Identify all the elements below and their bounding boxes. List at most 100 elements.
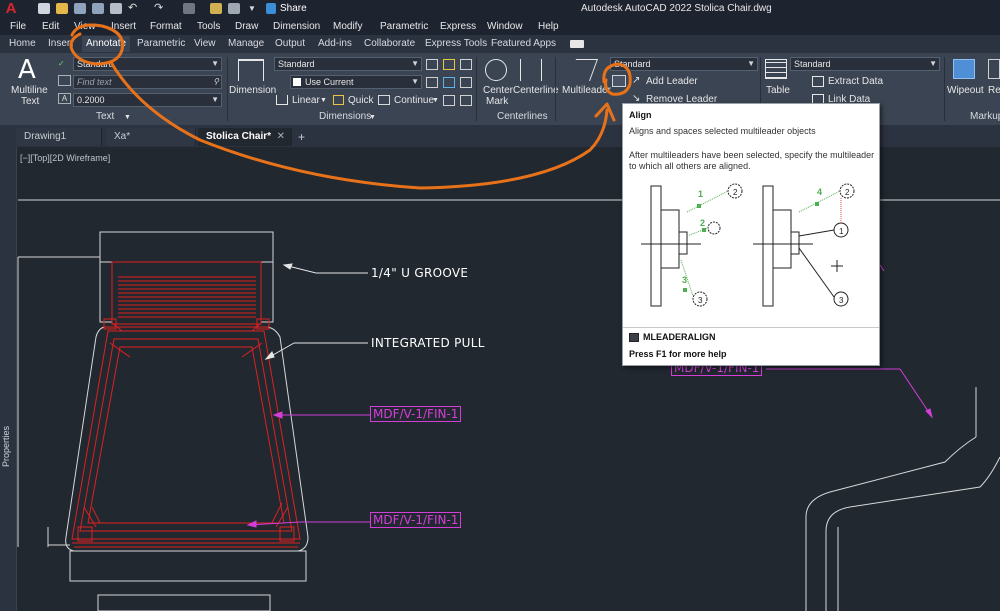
undo-icon[interactable]: ↶ (128, 3, 142, 14)
dimension-layer-select[interactable]: Use Current ▼ (290, 75, 422, 89)
search-icon[interactable]: ⚲ (213, 76, 219, 88)
markup-extra-icon[interactable] (988, 59, 1000, 79)
menu-file[interactable]: File (10, 20, 26, 33)
dim-tool-icon-2[interactable] (443, 59, 455, 70)
dim-tool-icon-5[interactable] (443, 77, 455, 88)
menu-help[interactable]: Help (538, 20, 559, 33)
markup-panel-title[interactable]: Markup (970, 111, 1000, 123)
continue-dimension-button[interactable]: Continue (394, 95, 434, 106)
markup-extra-label[interactable]: Re (988, 85, 1000, 96)
table-label[interactable]: Table (766, 85, 790, 96)
dropdown-icon[interactable]: ▼ (248, 3, 256, 14)
dimensions-panel-expand-icon[interactable]: ▼ (369, 112, 376, 123)
center-mark-icon[interactable] (485, 59, 507, 81)
share-button[interactable]: Share (280, 2, 307, 16)
save-as-icon[interactable] (92, 3, 104, 14)
material-tag-1[interactable]: MDF/V-1/FIN-1 (370, 406, 462, 422)
dim-tool-icon-3[interactable] (460, 59, 472, 70)
centerline-icon[interactable] (520, 59, 542, 81)
multiline-text-label-1[interactable]: Multiline (11, 85, 48, 96)
layer-icon[interactable] (210, 3, 222, 14)
quick-dimension-icon[interactable] (333, 95, 344, 105)
properties-label[interactable]: Properties (1, 426, 11, 467)
menu-tools[interactable]: Tools (197, 20, 220, 33)
plot-icon[interactable] (228, 3, 240, 14)
integrated-pull-annotation[interactable]: INTEGRATED PULL (371, 336, 485, 350)
file-tab-drawing1[interactable]: Drawing1 (16, 128, 102, 146)
material-tag-2[interactable]: MDF/V-1/FIN-1 (370, 512, 462, 528)
file-tab-xa[interactable]: Xa* (106, 128, 196, 146)
dim-tool-icon-6[interactable] (460, 77, 472, 88)
workspace-icon[interactable] (183, 3, 195, 14)
multiline-text-label-2[interactable]: Text (21, 96, 39, 107)
centerlines-panel-title[interactable]: Centerlines (497, 111, 548, 123)
tab-featured-apps[interactable]: Featured Apps (491, 38, 556, 50)
multileader-style-select[interactable]: Standard ▼ (610, 57, 758, 71)
dimension-style-select[interactable]: Standard ▼ (274, 57, 422, 71)
file-tab-stolica-chair[interactable]: Stolica Chair* ✕ (198, 128, 292, 146)
continue-dropdown-icon[interactable]: ▼ (432, 95, 439, 106)
multileader-icon[interactable] (567, 59, 599, 81)
centerline-label[interactable]: Centerline (513, 85, 559, 96)
dim-tool-icon-1[interactable] (426, 59, 438, 70)
linear-dimension-icon[interactable] (276, 95, 288, 105)
add-leader-button[interactable]: Add Leader (646, 76, 698, 87)
quick-dimension-button[interactable]: Quick (348, 95, 374, 106)
table-icon[interactable] (765, 59, 787, 79)
tab-annotate[interactable]: Annotate (82, 36, 131, 52)
new-file-icon[interactable] (38, 3, 50, 14)
multiline-text-icon[interactable]: A (18, 57, 36, 83)
share-icon[interactable] (266, 3, 276, 14)
center-mark-label-2[interactable]: Mark (486, 96, 508, 107)
menu-window[interactable]: Window (487, 20, 523, 33)
menu-dimension[interactable]: Dimension (273, 20, 320, 33)
menu-parametric[interactable]: Parametric (380, 20, 428, 33)
tab-manage[interactable]: Manage (228, 38, 264, 50)
extract-data-icon[interactable] (812, 76, 824, 87)
text-style-select[interactable]: Standard ▼ (73, 57, 222, 71)
tab-add-ins[interactable]: Add-ins (318, 38, 352, 50)
tab-parametric[interactable]: Parametric (137, 38, 185, 50)
menu-draw[interactable]: Draw (235, 20, 258, 33)
tab-home[interactable]: Home (9, 38, 36, 50)
dim-tool-icon-8[interactable] (460, 95, 472, 106)
dim-tool-icon-4[interactable] (426, 77, 438, 88)
redo-icon[interactable]: ↷ (154, 3, 168, 14)
menu-view[interactable]: View (74, 20, 96, 33)
dimension-label[interactable]: Dimension (229, 85, 276, 96)
dim-tool-icon-7[interactable] (443, 95, 455, 106)
menu-format[interactable]: Format (150, 20, 182, 33)
menu-modify[interactable]: Modify (333, 20, 362, 33)
menu-insert[interactable]: Insert (111, 20, 136, 33)
tab-view[interactable]: View (194, 38, 216, 50)
properties-palette-strip[interactable]: Properties (0, 147, 17, 611)
dimension-icon[interactable] (238, 59, 264, 81)
viewport-controls[interactable]: [−][Top][2D Wireframe] (20, 153, 110, 163)
align-leaders-icon[interactable] (612, 75, 626, 87)
text-panel-expand-icon[interactable]: ▼ (124, 112, 131, 123)
continue-dimension-icon[interactable] (378, 95, 390, 105)
linear-dimension-button[interactable]: Linear (292, 95, 320, 106)
new-tab-plus-icon[interactable]: + (298, 129, 305, 145)
add-leader-icon[interactable]: ↗ (632, 75, 644, 87)
print-icon[interactable] (110, 3, 122, 14)
linear-dropdown-icon[interactable]: ▼ (320, 95, 327, 106)
close-tab-icon[interactable]: ✕ (277, 128, 285, 146)
dimensions-panel-title[interactable]: Dimensions (319, 111, 371, 123)
menu-express[interactable]: Express (440, 20, 476, 33)
wipeout-label[interactable]: Wipeout (947, 85, 984, 96)
text-panel-title[interactable]: Text (96, 111, 114, 123)
groove-annotation[interactable]: 1/4" U GROOVE (371, 266, 468, 280)
autocad-logo-icon[interactable]: A (2, 0, 20, 18)
ribbon-options-icon[interactable] (570, 40, 584, 48)
wipeout-icon[interactable] (953, 59, 975, 79)
table-style-select[interactable]: Standard ▼ (790, 57, 940, 71)
save-icon[interactable] (74, 3, 86, 14)
tab-collaborate[interactable]: Collaborate (364, 38, 415, 50)
text-height-select[interactable]: 0.2000 ▼ (73, 93, 222, 107)
center-mark-label-1[interactable]: Center (483, 85, 513, 96)
tab-insert[interactable]: Insert (48, 38, 73, 50)
multileader-label[interactable]: Multileader (562, 85, 611, 96)
tab-express-tools[interactable]: Express Tools (425, 38, 487, 50)
extract-data-button[interactable]: Extract Data (828, 76, 883, 87)
